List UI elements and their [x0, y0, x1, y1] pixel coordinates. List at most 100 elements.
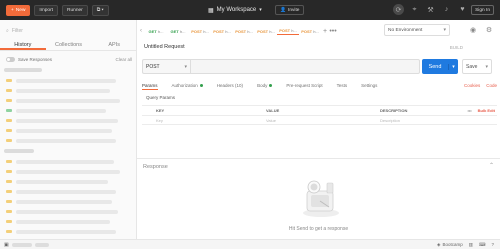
list-item[interactable]	[16, 99, 120, 103]
bootcamp-link[interactable]: ◈ Bootcamp	[437, 242, 463, 248]
method-badge	[6, 200, 12, 203]
sign-in-button[interactable]: Sign In	[471, 5, 494, 15]
url-input[interactable]	[190, 59, 420, 74]
method-badge	[6, 220, 12, 223]
save-responses-row: Save Responses Clear all	[6, 55, 132, 63]
list-item[interactable]	[16, 109, 106, 113]
environment-name: No Environment	[388, 27, 423, 33]
layout-icon[interactable]: ▥	[469, 242, 473, 248]
tab-name: h...	[157, 28, 164, 34]
method-badge	[6, 190, 12, 193]
table-row: Key Value Description	[142, 115, 497, 125]
list-item[interactable]	[16, 210, 118, 214]
tab-prerequest-script[interactable]: Pre-request Script	[286, 81, 322, 90]
list-item[interactable]	[16, 230, 116, 234]
request-tab[interactable]: POST h...	[211, 27, 233, 35]
request-tab[interactable]: POST h...	[255, 27, 277, 35]
tab-history[interactable]: History	[0, 40, 46, 50]
eye-icon[interactable]: ◉	[468, 25, 478, 35]
request-tab[interactable]: POST h...	[299, 27, 321, 35]
keyboard-icon[interactable]: ⌨	[479, 242, 486, 248]
chevron-down-icon[interactable]: ▾	[448, 63, 458, 70]
method-select[interactable]: POST ▾	[142, 59, 190, 74]
search-icon: ⌕	[6, 28, 9, 34]
new-window-button[interactable]: ⧉ ▾	[91, 4, 109, 16]
tab-authorization[interactable]: Authorization	[172, 81, 203, 90]
invite-button[interactable]: 👤 Invite	[275, 5, 305, 15]
sidebar-search[interactable]: ⌕ Filter	[6, 26, 131, 36]
search-input[interactable]: Filter	[12, 28, 23, 34]
workspace-name: My Workspace	[216, 7, 257, 13]
build-label[interactable]: BUILD	[450, 45, 463, 50]
method-value: POST	[146, 63, 160, 70]
cookies-link[interactable]: Cookies	[464, 83, 480, 88]
satellite-icon[interactable]: ⌖	[409, 4, 420, 15]
heart-icon[interactable]: ♥	[457, 4, 468, 15]
new-button[interactable]: + New	[6, 4, 31, 16]
list-item[interactable]	[16, 139, 116, 143]
list-item[interactable]	[16, 220, 110, 224]
send-label: Send	[428, 63, 442, 70]
request-tab-active[interactable]: POST h...	[277, 27, 299, 35]
tab-name: h...	[179, 28, 186, 34]
request-tab[interactable]: GET h...	[167, 27, 189, 35]
tab-name: h...	[291, 28, 297, 33]
response-hint: Hit Send to get a response	[288, 226, 349, 232]
column-value: VALUE	[266, 108, 280, 113]
list-item[interactable]	[16, 170, 120, 174]
chevron-up-icon[interactable]: ⌃	[489, 162, 494, 169]
console-item[interactable]	[34, 242, 49, 247]
send-button[interactable]: Send ▾	[422, 59, 458, 74]
method-badge	[6, 139, 12, 142]
sidebar: ⌕ Filter History Collections APIs Save R…	[0, 20, 137, 244]
list-item[interactable]	[16, 200, 112, 204]
tab-settings[interactable]: Settings	[361, 81, 377, 90]
tab-headers[interactable]: Headers (10)	[217, 81, 243, 90]
gear-icon[interactable]: ⚙	[484, 25, 494, 35]
chevron-left-icon[interactable]: ‹	[137, 28, 145, 34]
tab-tests[interactable]: Tests	[337, 81, 348, 90]
sync-icon[interactable]: ⟳	[393, 4, 404, 15]
tab-apis[interactable]: APIs	[91, 40, 137, 50]
bulk-edit-link[interactable]: Bulk Edit	[478, 108, 495, 113]
code-link[interactable]: Code	[486, 83, 497, 88]
clear-all-link[interactable]: Clear all	[115, 57, 132, 62]
find-replace-item[interactable]	[11, 242, 32, 247]
chevron-down-icon: ▾	[184, 63, 187, 70]
request-tab[interactable]: POST h...	[233, 27, 255, 35]
new-tab-icon[interactable]: +	[321, 28, 329, 35]
save-button[interactable]: Save ▾	[462, 59, 492, 74]
more-options-icon[interactable]: •••	[467, 108, 471, 113]
more-tabs-icon[interactable]: •••	[329, 28, 337, 35]
help-icon[interactable]: ?	[491, 242, 494, 247]
tab-params[interactable]: Params	[142, 81, 158, 90]
list-item[interactable]	[16, 119, 118, 123]
list-item[interactable]	[16, 180, 108, 184]
environment-select[interactable]: No Environment ▾	[384, 24, 450, 36]
tab-collections[interactable]: Collections	[46, 40, 92, 50]
description-input[interactable]: Description	[376, 118, 497, 123]
main-panel: ‹ GET h... GET h... POST h... POST h... …	[137, 20, 500, 239]
tab-method: POST	[235, 28, 247, 34]
list-item[interactable]	[16, 79, 116, 83]
bell-icon[interactable]: ♪	[441, 4, 452, 15]
request-tab[interactable]: POST h...	[189, 27, 211, 35]
list-item[interactable]	[16, 190, 116, 194]
save-responses-toggle[interactable]	[6, 56, 15, 62]
invite-label: Invite	[287, 7, 300, 13]
list-item[interactable]	[16, 129, 112, 133]
import-button[interactable]: Import	[34, 4, 59, 16]
wrench-icon[interactable]: ⚒	[425, 4, 436, 15]
tab-body[interactable]: Body	[257, 81, 273, 90]
request-title[interactable]: Untitled Request	[144, 44, 185, 50]
request-tab[interactable]: GET h...	[145, 27, 167, 35]
list-item[interactable]	[16, 89, 110, 93]
sidebar-toggle-icon[interactable]: ▣	[4, 242, 9, 248]
workspace-grid-icon: ▦	[208, 7, 214, 14]
workspace-switcher[interactable]: ▦ My Workspace ▾	[208, 4, 262, 16]
list-item[interactable]	[16, 160, 114, 164]
tab-name: h...	[247, 28, 253, 34]
runner-button[interactable]: Runner	[62, 4, 88, 16]
key-input[interactable]: Key	[142, 118, 262, 123]
value-input[interactable]: Value	[262, 118, 376, 123]
